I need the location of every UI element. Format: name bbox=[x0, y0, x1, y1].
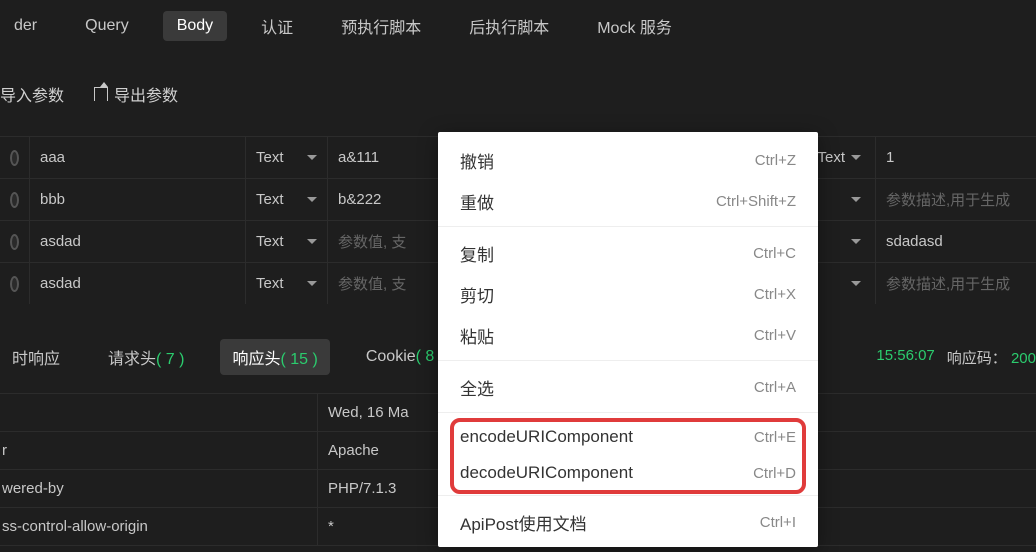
param-enable-toggle[interactable] bbox=[10, 150, 19, 166]
req-headers-count: ( 7 ) bbox=[156, 351, 184, 368]
menu-item[interactable]: decodeURIComponent Ctrl+D bbox=[438, 455, 818, 496]
menu-item-label: 全选 bbox=[460, 375, 494, 400]
menu-item[interactable]: 剪切 Ctrl+X bbox=[438, 274, 818, 315]
context-menu: 撤销 Ctrl+Z 重做 Ctrl+Shift+Z 复制 Ctrl+C 剪切 Ctrl+X 粘贴… bbox=[438, 132, 818, 547]
res-headers-label: 响应头 bbox=[232, 351, 280, 368]
param-enable-toggle[interactable] bbox=[10, 276, 19, 292]
menu-item-shortcut: Ctrl+A bbox=[754, 379, 796, 396]
type-label: Text bbox=[256, 233, 284, 250]
req-headers-label: 请求头 bbox=[108, 351, 156, 368]
param-name[interactable]: asdad bbox=[40, 275, 81, 292]
param-enable-toggle[interactable] bbox=[10, 234, 19, 250]
menu-item-label: ApiPost使用文档 bbox=[460, 510, 587, 535]
response-time: 15:56:07 bbox=[876, 347, 934, 368]
export-icon bbox=[94, 87, 108, 101]
response-code: 200 bbox=[1011, 350, 1036, 367]
menu-item-label: encodeURIComponent bbox=[460, 427, 633, 447]
type-label: Text bbox=[256, 149, 284, 166]
import-params-button[interactable]: 导入参数 bbox=[0, 82, 64, 106]
menu-item-label: decodeURIComponent bbox=[460, 463, 633, 483]
menu-item[interactable]: 复制 Ctrl+C bbox=[438, 233, 818, 274]
request-tabs: der Query Body 认证 预执行脚本 后执行脚本 Mock 服务 bbox=[0, 0, 1036, 52]
response-code-wrap: 响应码： 200 bbox=[947, 347, 1036, 368]
menu-item[interactable]: encodeURIComponent Ctrl+E bbox=[438, 419, 818, 455]
menu-item-shortcut: Ctrl+D bbox=[753, 465, 796, 482]
chevron-down-icon bbox=[851, 281, 861, 286]
menu-item-label: 重做 bbox=[460, 189, 494, 214]
menu-item[interactable]: 撤销 Ctrl+Z bbox=[438, 140, 818, 181]
datatype-label: Text bbox=[817, 149, 845, 166]
tab-header[interactable]: der bbox=[0, 11, 51, 41]
type-label: Text bbox=[256, 191, 284, 208]
menu-item-shortcut: Ctrl+I bbox=[760, 514, 796, 531]
header-value: * bbox=[318, 518, 334, 535]
header-value: Apache bbox=[318, 442, 379, 459]
tab-auth[interactable]: 认证 bbox=[247, 8, 307, 44]
param-type-select[interactable]: Text bbox=[246, 179, 328, 220]
chevron-down-icon bbox=[307, 155, 317, 160]
tab-request-headers[interactable]: 请求头( 7 ) bbox=[96, 339, 196, 375]
header-value: PHP/7.1.3 bbox=[318, 480, 396, 497]
tab-pre-script[interactable]: 预执行脚本 bbox=[327, 8, 435, 44]
param-value[interactable]: a&111 bbox=[338, 149, 379, 166]
header-value: Wed, 16 Ma bbox=[318, 404, 409, 421]
response-info: 15:56:07 响应码： 200 bbox=[876, 347, 1036, 368]
param-value-placeholder[interactable]: 参数值, 支 bbox=[338, 273, 406, 294]
menu-item-shortcut: Ctrl+C bbox=[753, 245, 796, 262]
response-code-label: 响应码： bbox=[947, 350, 1007, 367]
menu-item[interactable]: 全选 Ctrl+A bbox=[438, 367, 818, 413]
res-headers-count: ( 15 ) bbox=[281, 351, 318, 368]
tab-query[interactable]: Query bbox=[71, 11, 143, 41]
param-name[interactable]: asdad bbox=[40, 233, 81, 250]
header-name bbox=[0, 394, 318, 431]
param-description[interactable]: 1 bbox=[886, 149, 894, 166]
param-actions: 导入参数 导出参数 bbox=[0, 52, 1036, 136]
menu-item[interactable]: 粘贴 Ctrl+V bbox=[438, 315, 818, 361]
chevron-down-icon bbox=[307, 197, 317, 202]
cookie-label: Cookie bbox=[366, 348, 416, 365]
chevron-down-icon bbox=[851, 155, 861, 160]
param-value-placeholder[interactable]: 参数值, 支 bbox=[338, 231, 406, 252]
menu-item-shortcut: Ctrl+Z bbox=[755, 152, 796, 169]
menu-item-shortcut: Ctrl+Shift+Z bbox=[716, 193, 796, 210]
param-type-select[interactable]: Text bbox=[246, 221, 328, 262]
tab-response-headers[interactable]: 响应头( 15 ) bbox=[220, 339, 329, 375]
tab-body[interactable]: Body bbox=[163, 11, 227, 41]
tab-post-script[interactable]: 后执行脚本 bbox=[455, 8, 563, 44]
menu-item-shortcut: Ctrl+E bbox=[754, 429, 796, 446]
menu-item-label: 复制 bbox=[460, 241, 494, 266]
menu-item-label: 剪切 bbox=[460, 282, 494, 307]
param-description-placeholder[interactable]: 参数描述,用于生成 bbox=[886, 273, 1010, 294]
chevron-down-icon bbox=[307, 281, 317, 286]
menu-item-shortcut: Ctrl+V bbox=[754, 327, 796, 344]
menu-item-label: 撤销 bbox=[460, 148, 494, 173]
menu-item-shortcut: Ctrl+X bbox=[754, 286, 796, 303]
param-type-select[interactable]: Text bbox=[246, 137, 328, 178]
param-description-placeholder[interactable]: 参数描述,用于生成 bbox=[886, 189, 1010, 210]
tab-mock[interactable]: Mock 服务 bbox=[583, 8, 686, 44]
export-params-button[interactable]: 导出参数 bbox=[94, 82, 178, 106]
header-name: r bbox=[0, 432, 318, 469]
param-enable-toggle[interactable] bbox=[10, 192, 19, 208]
header-name: wered-by bbox=[0, 470, 318, 507]
menu-item-label: 粘贴 bbox=[460, 323, 494, 348]
param-name[interactable]: aaa bbox=[40, 149, 65, 166]
chevron-down-icon bbox=[851, 239, 861, 244]
type-label: Text bbox=[256, 275, 284, 292]
header-name: ss-control-allow-origin bbox=[0, 508, 318, 545]
param-description[interactable]: sdadasd bbox=[886, 233, 943, 250]
import-label: 导入参数 bbox=[0, 82, 64, 106]
tab-realtime-response[interactable]: 时响应 bbox=[0, 339, 72, 375]
menu-item[interactable]: 重做 Ctrl+Shift+Z bbox=[438, 181, 818, 227]
chevron-down-icon bbox=[307, 239, 317, 244]
param-value[interactable]: b&222 bbox=[338, 191, 381, 208]
param-name[interactable]: bbb bbox=[40, 191, 65, 208]
param-type-select[interactable]: Text bbox=[246, 263, 328, 304]
export-label: 导出参数 bbox=[114, 82, 178, 106]
chevron-down-icon bbox=[851, 197, 861, 202]
menu-item[interactable]: ApiPost使用文档 Ctrl+I bbox=[438, 502, 818, 543]
